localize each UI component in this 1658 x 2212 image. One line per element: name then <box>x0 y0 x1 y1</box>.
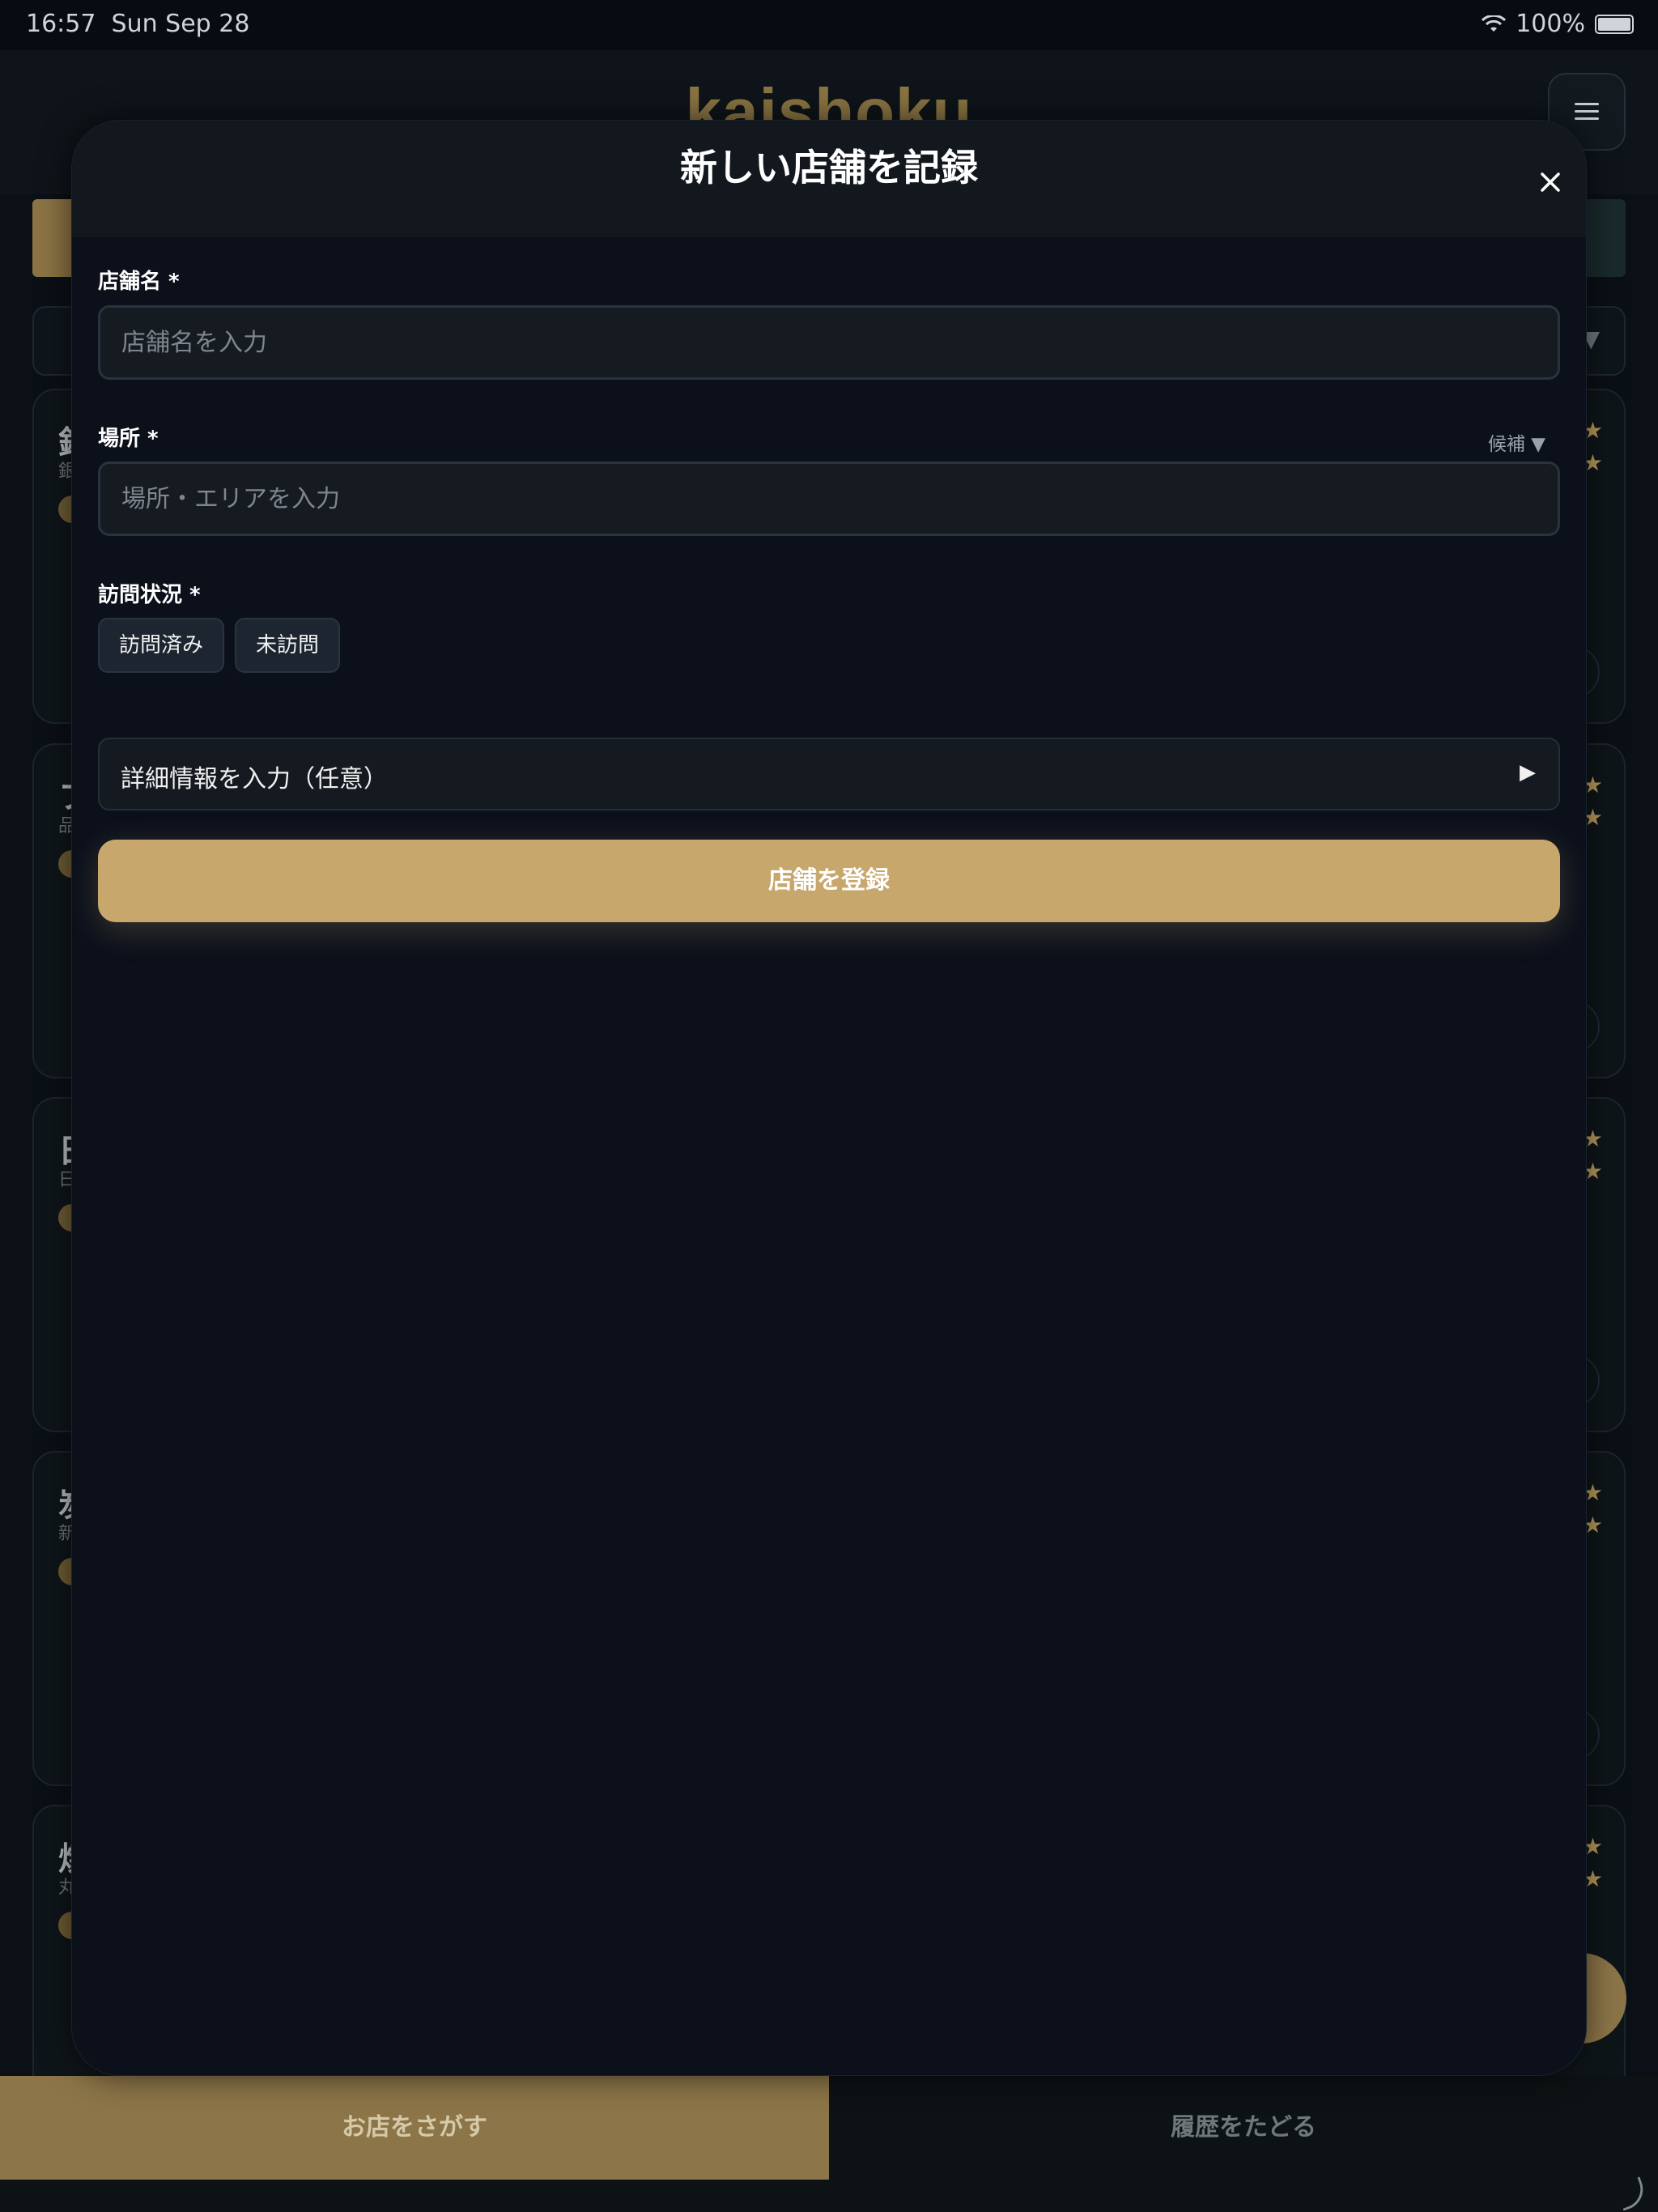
visit-status-not-visited[interactable]: 未訪問 <box>235 618 340 673</box>
tab-history[interactable]: 履歴をたどる <box>829 2076 1658 2180</box>
battery-percent: 100% <box>1516 10 1585 38</box>
visit-status-label: 訪問状況 * <box>98 583 201 607</box>
status-bar: 16:57 Sun Sep 28 100% <box>0 0 1658 50</box>
close-button[interactable] <box>1528 160 1573 205</box>
store-name-input[interactable] <box>98 305 1560 380</box>
new-store-modal: 新しい店舗を記録 店舗名 * 場所 * 候補 ▼ 訪問状況 * 訪問済み 未訪問… <box>71 120 1587 2076</box>
visit-status-visited[interactable]: 訪問済み <box>98 618 224 673</box>
details-toggle-label: 詳細情報を入力（任意） <box>121 765 388 793</box>
location-input[interactable] <box>98 462 1560 536</box>
battery-icon <box>1595 14 1634 34</box>
modal-header: 新しい店舗を記録 <box>72 121 1586 237</box>
status-time-date: 16:57 Sun Sep 28 <box>26 10 249 38</box>
store-name-label: 店舗名 * <box>98 270 180 294</box>
location-suggestions-toggle[interactable]: 候補 ▼ <box>1488 428 1545 456</box>
close-icon <box>1541 172 1560 192</box>
tab-search-stores[interactable]: お店をさがす <box>0 2076 829 2180</box>
register-store-button[interactable]: 店舗を登録 <box>98 840 1560 922</box>
status-date: Sun Sep 28 <box>111 10 250 38</box>
chevron-right-icon: ▶ <box>1520 760 1536 785</box>
wifi-icon <box>1482 15 1507 32</box>
status-right: 100% <box>1482 10 1634 38</box>
hamburger-icon <box>1575 103 1599 121</box>
modal-title: 新しい店舗を記録 <box>680 146 978 189</box>
bottom-navigation: お店をさがす 履歴をたどる <box>0 2076 1658 2212</box>
resize-handle-icon <box>1614 2176 1649 2211</box>
details-toggle[interactable]: 詳細情報を入力（任意） ▶ <box>98 738 1560 810</box>
location-label: 場所 * <box>98 427 159 451</box>
status-time: 16:57 <box>26 10 96 38</box>
